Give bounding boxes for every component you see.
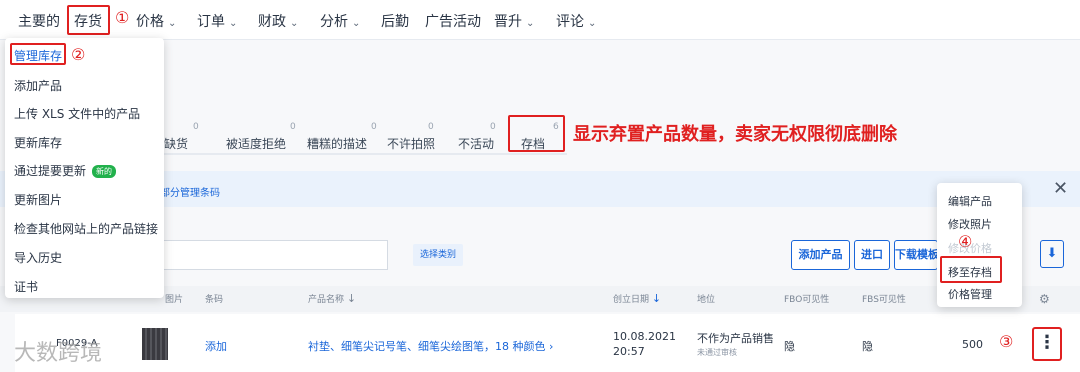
download-icon[interactable]: ⬇ xyxy=(1040,240,1064,268)
chevron-down-icon: ⌄ xyxy=(588,18,597,29)
status-subtext: 未通过审核 xyxy=(697,348,737,357)
inventory-dropdown: 管理库存 添加产品 上传 XLS 文件中的产品 更新库存 通过提要更新 新的 更新… xyxy=(5,38,164,298)
created-date: 10.08.2021 xyxy=(613,330,676,343)
sort-arrow-icon: ↓ xyxy=(651,292,662,305)
add-barcode-link[interactable]: 添加 xyxy=(205,338,227,354)
nav-price-label: 价格 xyxy=(136,14,164,30)
nav-promotion-label: 晋升 xyxy=(494,14,522,30)
tab-bad-description[interactable]: 糟糕的描述 xyxy=(307,135,367,152)
col-header-fbs: FBS可见性 xyxy=(862,295,906,305)
nav-finance-label: 财政 xyxy=(258,14,286,30)
download-template-button[interactable]: 下载模板 xyxy=(894,240,938,270)
col-header-created-label: 创立日期 xyxy=(613,295,650,305)
tab-count: 0 xyxy=(371,122,377,132)
nav-analytics-label: 分析 xyxy=(320,14,348,30)
nav-reviews[interactable]: 评论 ⌄ xyxy=(556,11,596,31)
highlight-box-archive xyxy=(508,115,565,152)
chevron-down-icon: ⌄ xyxy=(290,18,299,29)
sort-arrow-icon: ↓ xyxy=(346,292,357,305)
step-marker-3: ③ xyxy=(999,332,1014,351)
highlight-box-inventory xyxy=(67,5,110,35)
chevron-down-icon: ⌄ xyxy=(526,18,535,29)
nav-orders[interactable]: 订单 ⌄ xyxy=(197,11,237,31)
menu-item-add-product[interactable]: 添加产品 xyxy=(14,77,62,94)
nav-reviews-label: 评论 xyxy=(556,14,584,30)
menu-item-update-feed[interactable]: 通过提要更新 新的 xyxy=(14,162,117,179)
menu-item-update-images[interactable]: 更新图片 xyxy=(14,191,62,208)
menu-item-update-stock[interactable]: 更新库存 xyxy=(14,134,62,151)
product-name-link[interactable]: 衬垫、细笔尖记号笔、细笔尖绘图笔，18 种颜色 › xyxy=(308,338,553,354)
tab-no-photo[interactable]: 不许拍照 xyxy=(387,135,435,152)
nav-finance[interactable]: 财政 ⌄ xyxy=(258,11,298,31)
chevron-down-icon: ⌄ xyxy=(229,18,238,29)
watermark-text: 大数跨境 xyxy=(14,341,103,366)
quantity: 500 xyxy=(962,338,983,351)
col-header-created[interactable]: 创立日期 ↓ xyxy=(613,292,661,305)
chevron-right-icon: › xyxy=(549,340,554,353)
tab-out-of-stock[interactable]: 缺货 xyxy=(164,135,188,152)
col-header-name[interactable]: 产品名称 ↓ xyxy=(308,292,356,305)
choose-category-button[interactable]: 选择类别 xyxy=(413,244,463,266)
highlight-box-move-to-archive xyxy=(940,256,1002,283)
settings-sliders-icon[interactable]: ⚙ xyxy=(1039,292,1050,306)
banner-link[interactable]: 部分管理条码 xyxy=(160,184,220,199)
col-header-fbo: FBO可见性 xyxy=(784,295,830,305)
fbo-visibility: 隐 xyxy=(784,340,795,353)
nav-orders-label: 订单 xyxy=(197,14,225,30)
nav-analytics[interactable]: 分析 ⌄ xyxy=(320,11,360,31)
nav-main[interactable]: 主要的 xyxy=(18,11,60,31)
nav-promotion[interactable]: 晋升 ⌄ xyxy=(494,11,534,31)
menu-item-edit-product[interactable]: 编辑产品 xyxy=(948,193,992,209)
top-nav: 主要的 存货 价格 ⌄ 订单 ⌄ 财政 ⌄ 分析 ⌄ 后勤 广告活动 晋升 ⌄ 评论 ⌄ xyxy=(0,0,1080,40)
menu-item-update-feed-label: 通过提要更新 xyxy=(14,164,87,178)
more-actions-icon[interactable]: ⋮ xyxy=(1032,327,1062,361)
col-header-name-label: 产品名称 xyxy=(308,295,345,305)
tab-count: 0 xyxy=(490,122,496,132)
annotation-text: 显示弃置产品数量，卖家无权限彻底删除 xyxy=(573,124,897,145)
product-thumbnail[interactable] xyxy=(142,328,168,360)
close-icon[interactable]: ✕ xyxy=(1053,178,1068,199)
new-badge: 新的 xyxy=(92,165,117,178)
search-input[interactable] xyxy=(158,240,388,270)
menu-item-certificates[interactable]: 证书 xyxy=(14,278,38,295)
menu-item-import-history[interactable]: 导入历史 xyxy=(14,249,62,266)
tab-inactive[interactable]: 不活动 xyxy=(458,135,494,152)
col-header-status: 地位 xyxy=(697,295,716,305)
fbs-visibility: 隐 xyxy=(862,340,873,353)
menu-item-upload-xls[interactable]: 上传 XLS 文件中的产品 xyxy=(14,105,140,122)
nav-price[interactable]: 价格 ⌄ xyxy=(136,11,176,31)
tab-count: 0 xyxy=(193,122,199,132)
import-button[interactable]: 进口 xyxy=(854,240,890,270)
chevron-down-icon: ⌄ xyxy=(168,18,177,29)
highlight-box-manage-inventory xyxy=(10,43,66,65)
nav-logistics[interactable]: 后勤 xyxy=(381,11,409,31)
tab-count: 0 xyxy=(290,122,296,132)
tab-moderation-rejected[interactable]: 被适度拒绝 xyxy=(226,135,286,152)
step-marker-1: ① xyxy=(115,8,130,27)
step-marker-2: ② xyxy=(71,45,86,64)
add-product-button[interactable]: 添加产品 xyxy=(791,240,850,270)
col-header-image: 图片 xyxy=(165,295,184,305)
menu-item-price-management[interactable]: 价格管理 xyxy=(948,286,992,302)
menu-item-edit-photos[interactable]: 修改照片 xyxy=(948,216,992,232)
step-marker-4: ④ xyxy=(958,232,973,251)
col-header-barcode: 条码 xyxy=(205,295,224,305)
nav-ads[interactable]: 广告活动 xyxy=(425,11,481,31)
tab-count: 0 xyxy=(428,122,434,132)
menu-item-check-links[interactable]: 检查其他网站上的产品链接 xyxy=(14,220,158,237)
status-text: 不作为产品销售 xyxy=(697,332,774,345)
product-name-text: 衬垫、细笔尖记号笔、细笔尖绘图笔，18 种颜色 xyxy=(308,340,546,353)
chevron-down-icon: ⌄ xyxy=(352,18,361,29)
created-time: 20:57 xyxy=(613,345,645,358)
